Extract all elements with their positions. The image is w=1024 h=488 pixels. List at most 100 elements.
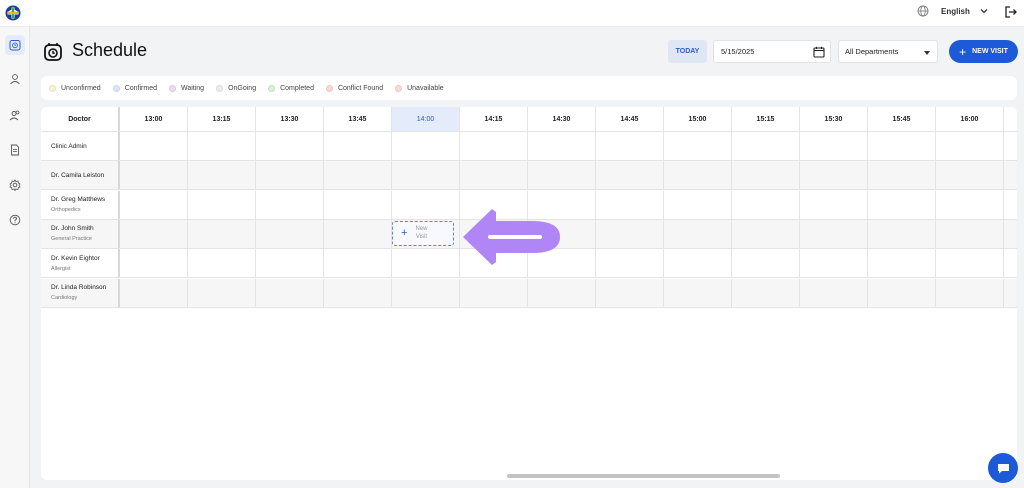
time-slot-cell[interactable] — [188, 190, 256, 219]
logout-icon[interactable] — [1004, 5, 1018, 19]
time-slot-cell[interactable] — [256, 161, 324, 190]
time-slot-cell[interactable] — [936, 219, 1004, 248]
time-slot-cell[interactable] — [936, 278, 1004, 307]
time-slot-cell[interactable] — [800, 190, 868, 219]
time-slot-cell[interactable] — [460, 161, 528, 190]
nav-item-profile[interactable] — [5, 69, 25, 89]
nav-item-schedule[interactable] — [5, 35, 25, 55]
time-slot-cell[interactable] — [936, 249, 1004, 278]
time-slot-cell[interactable] — [324, 249, 392, 278]
time-slot-cell[interactable] — [528, 132, 596, 160]
time-slot-cell[interactable] — [324, 190, 392, 219]
time-slot-cell[interactable] — [120, 219, 188, 248]
time-slot-cell[interactable] — [528, 278, 596, 307]
new-visit-button[interactable]: + NEW VISIT — [949, 40, 1018, 63]
time-slot-cell[interactable] — [188, 278, 256, 307]
new-visit-slot[interactable]: + New Visit — [392, 221, 454, 246]
date-input[interactable]: 5/15/2025 — [713, 40, 831, 63]
time-slot-cell[interactable] — [256, 278, 324, 307]
app-logo-icon[interactable] — [4, 4, 22, 22]
time-slot-cell[interactable] — [664, 249, 732, 278]
time-slot-cell[interactable] — [732, 219, 800, 248]
legend-label: Unconfirmed — [61, 84, 101, 92]
time-slot-cell[interactable] — [324, 219, 392, 248]
time-slot-cell[interactable] — [256, 132, 324, 160]
time-slot-cell[interactable] — [664, 132, 732, 160]
time-slot-cell[interactable] — [664, 161, 732, 190]
time-slot-cell[interactable] — [800, 161, 868, 190]
time-slot-cell[interactable] — [732, 161, 800, 190]
time-slot-cell[interactable] — [596, 132, 664, 160]
time-slot-cell[interactable] — [188, 161, 256, 190]
chat-button[interactable] — [988, 453, 1018, 483]
department-select[interactable]: All Departments — [838, 40, 938, 63]
nav-item-help[interactable] — [5, 210, 25, 230]
time-slot-cell[interactable] — [664, 278, 732, 307]
legend-dot — [268, 84, 276, 92]
time-slot-cell[interactable] — [392, 278, 460, 307]
time-slot-cell[interactable] — [800, 219, 868, 248]
nav-item-settings[interactable] — [5, 175, 25, 195]
time-slot-cell[interactable] — [460, 278, 528, 307]
doctor-name: Clinic Admin — [51, 142, 87, 150]
schedule-alarm-icon — [44, 43, 62, 61]
time-slot-cell[interactable] — [460, 132, 528, 160]
time-slot-cell[interactable] — [800, 278, 868, 307]
legend-dot — [49, 84, 56, 92]
doctor-cell: Dr. Kevin Eightor Allergist — [41, 249, 120, 278]
time-slot-cell[interactable] — [120, 132, 188, 160]
nav-item-documents[interactable] — [5, 140, 25, 160]
time-slot-cell[interactable] — [800, 249, 868, 278]
time-slot-cell[interactable] — [664, 219, 732, 248]
time-slot-header: 13:00 — [120, 107, 188, 131]
schedule-row: Clinic Admin — [41, 132, 1017, 161]
time-slot-cell[interactable] — [936, 190, 1004, 219]
time-slot-cell[interactable] — [868, 249, 936, 278]
time-slot-cell[interactable] — [256, 190, 324, 219]
time-slot-cell[interactable] — [596, 190, 664, 219]
time-slot-cell[interactable] — [392, 190, 460, 219]
time-slot-cell[interactable] — [936, 132, 1004, 160]
time-slot-cell[interactable] — [732, 132, 800, 160]
time-slot-cell[interactable] — [256, 219, 324, 248]
time-slot-cell[interactable] — [528, 161, 596, 190]
time-slot-cell[interactable] — [868, 219, 936, 248]
calendar-icon[interactable] — [813, 46, 825, 58]
time-slot-cell[interactable] — [324, 132, 392, 160]
time-slot-cell[interactable] — [120, 278, 188, 307]
time-slot-cell[interactable] — [120, 161, 188, 190]
time-slot-cell[interactable] — [188, 132, 256, 160]
time-slot-cell[interactable] — [120, 249, 188, 278]
time-slot-cell[interactable] — [596, 161, 664, 190]
time-slot-cell[interactable] — [188, 219, 256, 248]
time-slot-cell[interactable] — [732, 278, 800, 307]
time-slot-cell[interactable] — [868, 161, 936, 190]
time-slot-cell[interactable] — [596, 278, 664, 307]
time-slot-cell[interactable] — [732, 249, 800, 278]
time-slot-cell[interactable] — [800, 132, 868, 160]
time-slot-cell[interactable] — [732, 190, 800, 219]
today-button[interactable]: TODAY — [668, 40, 707, 63]
time-slot-cell[interactable] — [392, 161, 460, 190]
time-slot-cell[interactable] — [392, 132, 460, 160]
time-slot-cell[interactable] — [120, 190, 188, 219]
time-slot-cell[interactable] — [596, 219, 664, 248]
time-slot-cell[interactable] — [868, 190, 936, 219]
time-slot-cell[interactable] — [324, 278, 392, 307]
time-slot-cell[interactable] — [188, 249, 256, 278]
nav-item-patients[interactable] — [5, 105, 25, 125]
time-slot-cell[interactable] — [392, 249, 460, 278]
time-slot-cell[interactable] — [936, 161, 1004, 190]
legend-dot — [112, 84, 120, 92]
time-slot-cell[interactable] — [868, 278, 936, 307]
plus-icon: + — [959, 44, 967, 59]
time-slot-cell[interactable] — [324, 161, 392, 190]
horizontal-scrollbar[interactable] — [507, 474, 780, 478]
time-slot-cell[interactable] — [664, 190, 732, 219]
time-slot-cell[interactable] — [256, 249, 324, 278]
time-slot-cell[interactable] — [596, 249, 664, 278]
language-selector[interactable]: English — [917, 5, 988, 17]
time-slot-cell[interactable] — [868, 132, 936, 160]
time-slot-header: 15:45 — [868, 107, 936, 131]
status-legend: Unconfirmed Confirmed Waiting OnGoing Comple… — [41, 76, 1017, 100]
